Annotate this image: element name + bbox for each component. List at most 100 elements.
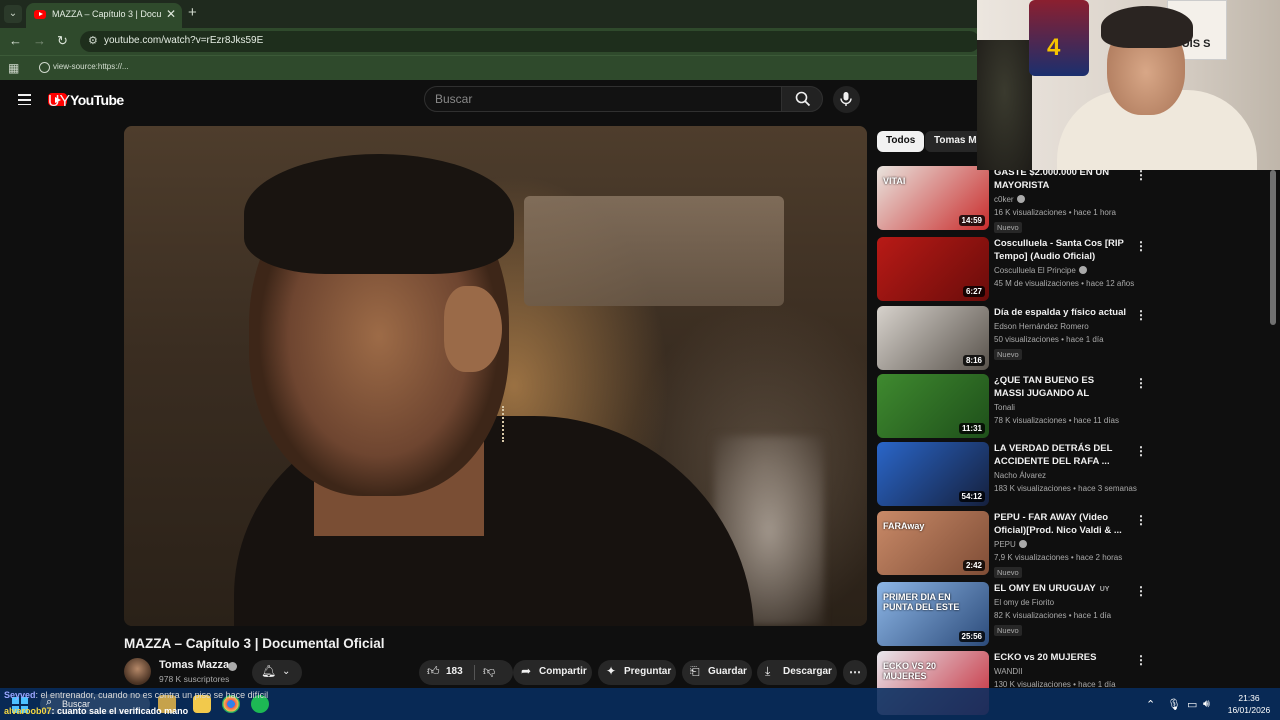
recommendation-title[interactable]: ECKO vs 20 MUJERES bbox=[994, 651, 1126, 664]
title-country-suffix: UY bbox=[1099, 586, 1110, 593]
recommendation-channel-name: PEPU bbox=[994, 540, 1016, 549]
more-options-icon[interactable]: ⋮ bbox=[1135, 239, 1147, 253]
recommendation-title[interactable]: Cosculluela - Santa Cos [RIP Tempo] (Aud… bbox=[994, 237, 1126, 263]
dislike-icon[interactable]: 👎︎ bbox=[483, 664, 495, 679]
recommendation-title[interactable]: PEPU - FAR AWAY (Video Oficial)[Prod. Ni… bbox=[994, 511, 1126, 537]
verified-check-icon bbox=[1016, 195, 1025, 203]
recommendation-channel[interactable]: c0ker bbox=[994, 195, 1025, 204]
subscriber-count: 978 K suscriptores bbox=[159, 674, 230, 684]
cam-background-plant bbox=[977, 40, 1032, 170]
taskbar-clock[interactable]: 21:36 16/01/2026 bbox=[1222, 692, 1276, 716]
recommendation-item[interactable]: PRIMER DIA EN PUNTA DEL ESTE 25:56 EL OMY … bbox=[877, 582, 1267, 646]
chip-all[interactable]: Todos bbox=[877, 131, 925, 152]
search-box[interactable] bbox=[424, 86, 782, 112]
address-url[interactable]: youtube.com/watch?v=rEzr8Jks59E bbox=[104, 35, 263, 46]
recommendation-item[interactable]: 6:27 Cosculluela - Santa Cos [RIP Tempo] … bbox=[877, 237, 1267, 301]
recommendation-thumbnail[interactable]: VITAI 14:59 bbox=[877, 166, 989, 230]
more-options-icon[interactable]: ⋮ bbox=[1135, 444, 1147, 458]
chat-message: Seyved: el entrenador, cuando no es cont… bbox=[4, 690, 268, 700]
search-input[interactable] bbox=[435, 92, 765, 106]
back-arrow-icon[interactable]: ← bbox=[9, 33, 22, 48]
recommendation-channel[interactable]: Edson Hernández Romero bbox=[994, 322, 1089, 331]
apps-grid-icon[interactable]: ▦ bbox=[8, 61, 19, 75]
recommendation-thumbnail[interactable]: 54:12 bbox=[877, 442, 989, 506]
recommendation-thumbnail[interactable]: 8:16 bbox=[877, 306, 989, 370]
more-icon: ⋯ bbox=[849, 665, 861, 679]
tray-chevron-icon[interactable]: ⌃ bbox=[1146, 698, 1155, 711]
recommendation-channel-name: Cosculluela El Principe bbox=[994, 266, 1076, 275]
recommendation-title[interactable]: Día de espalda y físico actual bbox=[994, 306, 1126, 319]
recommendation-item[interactable]: 11:31 ¿QUE TAN BUENO ES MASSI JUGANDO AL … bbox=[877, 374, 1267, 438]
recommendation-channel-name: Nacho Álvarez bbox=[994, 471, 1047, 480]
save-button[interactable]: ⎗ Guardar bbox=[682, 660, 752, 685]
tab-search-icon[interactable]: ⌄ bbox=[4, 5, 22, 23]
video-player[interactable] bbox=[124, 126, 867, 626]
channel-avatar[interactable] bbox=[124, 658, 151, 685]
new-tab-button[interactable]: + bbox=[188, 4, 197, 21]
recommendation-item[interactable]: VITAI 14:59 GASTE $2.000.000 EN UN MAYORIS… bbox=[877, 166, 1267, 233]
menu-hamburger-icon[interactable] bbox=[18, 94, 31, 106]
voice-search-button[interactable] bbox=[833, 86, 860, 113]
recommendation-channel[interactable]: PEPU bbox=[994, 540, 1027, 549]
more-options-icon[interactable]: ⋮ bbox=[1135, 168, 1147, 182]
tray-network-icon[interactable]: ▭ bbox=[1187, 698, 1197, 711]
recommendation-channel[interactable]: Nacho Álvarez bbox=[994, 471, 1046, 480]
recommendation-thumbnail[interactable]: 6:27 bbox=[877, 237, 989, 301]
more-options-icon[interactable]: ⋮ bbox=[1135, 376, 1147, 390]
share-button[interactable]: ➦ Compartir bbox=[513, 660, 592, 685]
recommendation-title[interactable]: ¿QUE TAN BUENO ES MASSI JUGANDO AL FUTBO… bbox=[994, 374, 1126, 400]
recommendation-meta: 45 M de visualizaciones • hace 12 años bbox=[994, 279, 1135, 288]
more-options-icon[interactable]: ⋮ bbox=[1135, 308, 1147, 322]
reload-icon[interactable]: ↻ bbox=[57, 33, 68, 49]
more-options-icon[interactable]: ⋮ bbox=[1135, 513, 1147, 527]
recommendation-item[interactable]: 8:16 Día de espalda y físico actual Edson … bbox=[877, 306, 1267, 370]
forward-arrow-icon[interactable]: → bbox=[33, 33, 46, 48]
clock-time: 21:36 bbox=[1238, 693, 1260, 703]
like-count[interactable]: 183 bbox=[446, 666, 463, 677]
recommendation-title[interactable]: EL OMY EN URUGUAY UY bbox=[994, 582, 1126, 596]
download-icon: ⤓ bbox=[765, 664, 771, 678]
recommendation-thumbnail[interactable]: 11:31 bbox=[877, 374, 989, 438]
channel-name[interactable]: Tomas Mazza bbox=[159, 659, 229, 671]
sparkle-icon: ✦ bbox=[606, 664, 617, 678]
youtube-wordmark: YouTube bbox=[70, 92, 124, 108]
chevron-down-icon: ⌄ bbox=[282, 666, 291, 677]
youtube-favicon-icon bbox=[34, 10, 46, 19]
tray-volume-icon[interactable]: 🔊︎ bbox=[1203, 698, 1210, 711]
recommendation-item[interactable]: FARAway 2:42 PEPU - FAR AWAY (Video Oficia… bbox=[877, 511, 1267, 578]
sidebar-scrollbar[interactable] bbox=[1270, 170, 1276, 325]
recommendation-meta: 7,9 K visualizaciones • hace 2 horas bbox=[994, 553, 1123, 562]
download-label: Descargar bbox=[783, 666, 832, 677]
recommendation-thumbnail[interactable]: PRIMER DIA EN PUNTA DEL ESTE 25:56 bbox=[877, 582, 989, 646]
microphone-icon bbox=[840, 92, 852, 106]
new-badge: Nuevo bbox=[994, 222, 1022, 233]
address-bar[interactable]: ⚙ youtube.com/watch?v=rEzr8Jks59E bbox=[80, 31, 980, 52]
video-duration: 6:27 bbox=[962, 286, 985, 297]
recommendation-title[interactable]: LA VERDAD DETRÁS DEL ACCIDENTE DEL RAFA … bbox=[994, 442, 1126, 468]
more-options-icon[interactable]: ⋮ bbox=[1135, 584, 1147, 598]
recommendation-channel[interactable]: Tonali bbox=[994, 403, 1015, 412]
tray-mic-icon[interactable]: 🎙︎ bbox=[1167, 698, 1181, 711]
recommendation-item[interactable]: 54:12 LA VERDAD DETRÁS DEL ACCIDENTE DEL … bbox=[877, 442, 1267, 506]
search-button[interactable] bbox=[781, 86, 823, 112]
ask-button[interactable]: ✦ Preguntar bbox=[598, 660, 676, 685]
site-info-icon[interactable]: ⚙ bbox=[88, 34, 98, 47]
recommendation-channel[interactable]: Cosculluela El Principe bbox=[994, 266, 1087, 275]
notifications-button[interactable]: 🔔︎ ⌄ bbox=[252, 660, 302, 685]
country-code: UY bbox=[48, 93, 71, 110]
search-icon bbox=[795, 91, 811, 107]
recommendation-channel[interactable]: WANDII bbox=[994, 667, 1023, 676]
recommendation-title-text: Día de espalda y físico actual bbox=[994, 307, 1126, 318]
recommendation-channel[interactable]: El omy de Fiorito bbox=[994, 598, 1054, 607]
video-duration: 25:56 bbox=[958, 631, 985, 642]
verified-check-icon bbox=[1078, 266, 1087, 274]
like-icon[interactable]: 👍︎ bbox=[427, 664, 440, 679]
tab-close-icon[interactable]: ✕ bbox=[166, 7, 176, 21]
download-button[interactable]: ⤓ Descargar bbox=[757, 660, 837, 685]
browser-tab[interactable]: MAZZA – Capítulo 3 | Documen ✕ bbox=[26, 3, 182, 28]
recommendation-thumbnail[interactable]: FARAway 2:42 bbox=[877, 511, 989, 575]
more-options-icon[interactable]: ⋮ bbox=[1135, 653, 1147, 667]
bookmark-link[interactable]: view-source:https://... bbox=[53, 62, 129, 71]
more-actions-button[interactable]: ⋯ bbox=[843, 660, 867, 685]
chat-text: : el entrenador, cuando no es contra un … bbox=[35, 690, 269, 700]
